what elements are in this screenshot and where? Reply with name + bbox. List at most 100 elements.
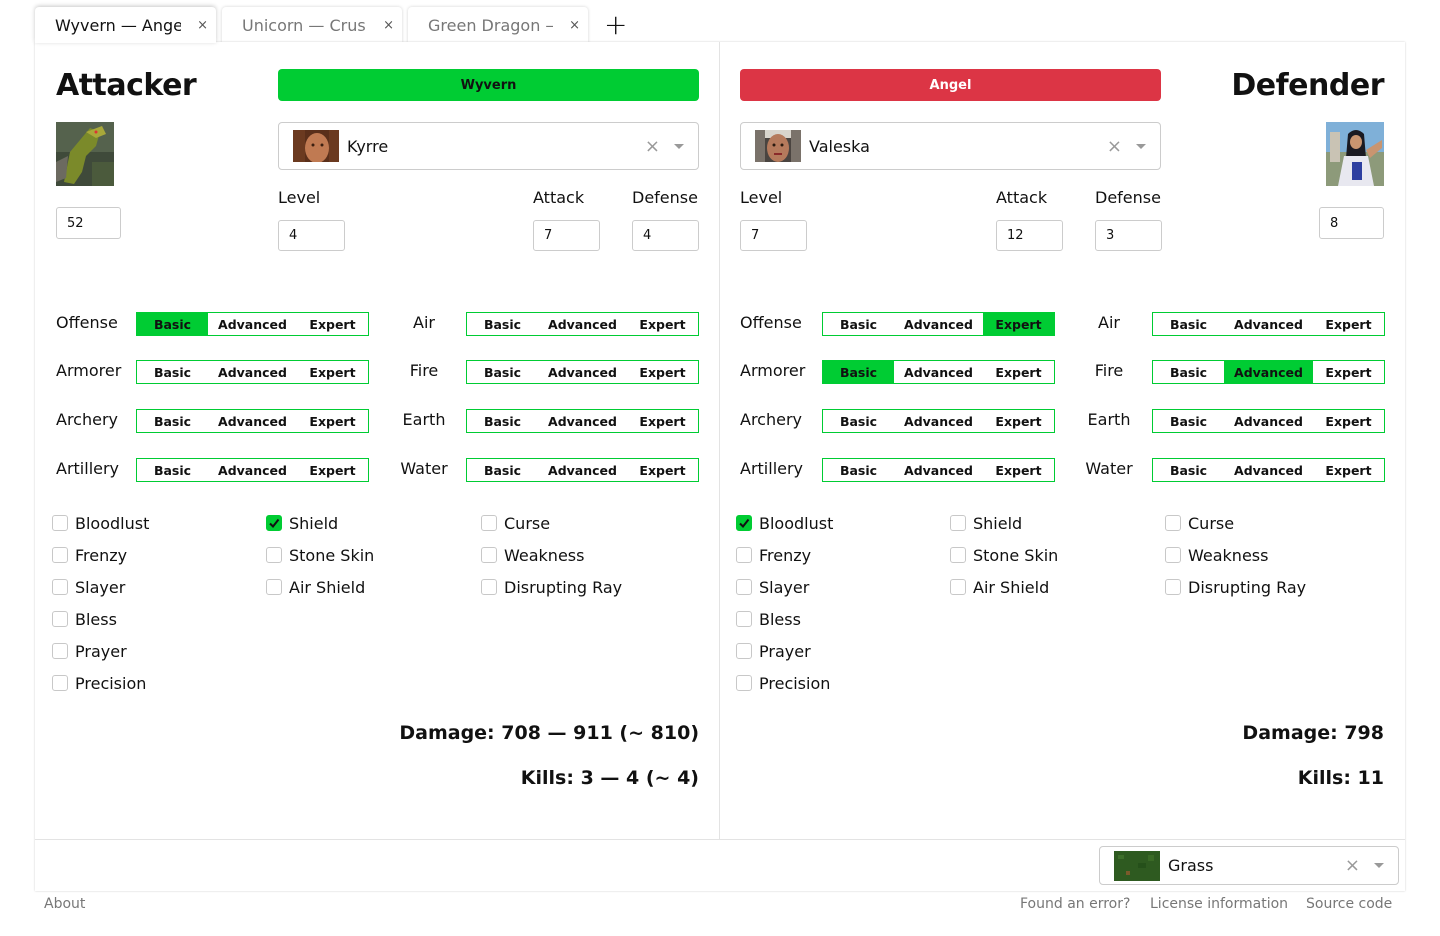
checkbox-icon[interactable] <box>1165 515 1181 531</box>
skill-option-advanced[interactable]: Advanced <box>208 313 297 335</box>
spell-checkbox-stone-skin[interactable]: Stone Skin <box>950 544 1058 566</box>
checkbox-icon[interactable] <box>736 675 752 691</box>
clear-icon[interactable]: × <box>1107 136 1122 157</box>
skill-option-advanced[interactable]: Advanced <box>538 361 627 383</box>
tab-unicorn[interactable]: Unicorn — Crus... × <box>222 7 402 43</box>
close-icon[interactable]: × <box>197 18 208 33</box>
attacker-hero-select[interactable]: Kyrre × <box>278 122 699 170</box>
checkbox-icon[interactable] <box>950 579 966 595</box>
clear-icon[interactable]: × <box>645 136 660 157</box>
spell-checkbox-slayer[interactable]: Slayer <box>736 576 809 598</box>
attacker-unit-button[interactable]: Wyvern <box>278 69 699 101</box>
attacker-level-input[interactable] <box>278 220 345 251</box>
spell-checkbox-disrupting-ray[interactable]: Disrupting Ray <box>481 576 622 598</box>
spell-checkbox-frenzy[interactable]: Frenzy <box>736 544 811 566</box>
spell-checkbox-shield[interactable]: Shield <box>950 512 1022 534</box>
skill-option-advanced[interactable]: Advanced <box>538 410 627 432</box>
skill-option-expert[interactable]: Expert <box>297 313 368 335</box>
skill-option-basic[interactable]: Basic <box>467 459 538 481</box>
spell-checkbox-curse[interactable]: Curse <box>1165 512 1234 534</box>
attacker-unit-count-input[interactable] <box>56 207 121 239</box>
close-icon[interactable]: × <box>383 18 394 33</box>
skill-option-basic[interactable]: Basic <box>137 361 208 383</box>
checkbox-icon[interactable] <box>481 547 497 563</box>
spell-checkbox-prayer[interactable]: Prayer <box>52 640 127 662</box>
skill-option-basic[interactable]: Basic <box>823 313 894 335</box>
checkbox-icon[interactable] <box>736 547 752 563</box>
attacker-attack-input[interactable] <box>533 220 600 251</box>
defender-unit-button[interactable]: Angel <box>740 69 1161 101</box>
skill-option-advanced[interactable]: Advanced <box>894 459 983 481</box>
skill-option-advanced[interactable]: Advanced <box>1224 459 1313 481</box>
skill-option-basic[interactable]: Basic <box>1153 313 1224 335</box>
skill-option-advanced[interactable]: Advanced <box>538 313 627 335</box>
skill-option-expert[interactable]: Expert <box>627 313 698 335</box>
skill-option-basic[interactable]: Basic <box>1153 361 1224 383</box>
spell-checkbox-bloodlust[interactable]: Bloodlust <box>52 512 149 534</box>
skill-option-basic[interactable]: Basic <box>823 361 894 383</box>
skill-option-expert[interactable]: Expert <box>297 361 368 383</box>
skill-option-expert[interactable]: Expert <box>627 459 698 481</box>
skill-option-advanced[interactable]: Advanced <box>208 361 297 383</box>
spell-checkbox-bless[interactable]: Bless <box>52 608 117 630</box>
checkbox-icon[interactable] <box>52 643 68 659</box>
checkbox-icon[interactable] <box>736 643 752 659</box>
checkbox-icon[interactable] <box>266 579 282 595</box>
defender-level-input[interactable] <box>740 220 807 251</box>
skill-option-expert[interactable]: Expert <box>627 410 698 432</box>
skill-option-expert[interactable]: Expert <box>1313 361 1384 383</box>
found-error-link[interactable]: Found an error? <box>1020 896 1130 912</box>
skill-option-basic[interactable]: Basic <box>467 410 538 432</box>
attacker-unit-portrait[interactable] <box>56 122 114 186</box>
defender-defense-input[interactable] <box>1095 220 1162 251</box>
tab-wyvern-angel[interactable]: Wyvern — Angel × <box>35 7 216 43</box>
skill-option-basic[interactable]: Basic <box>467 313 538 335</box>
spell-checkbox-stone-skin[interactable]: Stone Skin <box>266 544 374 566</box>
spell-checkbox-prayer[interactable]: Prayer <box>736 640 811 662</box>
add-tab-button[interactable]: + <box>604 7 627 43</box>
checkbox-icon[interactable] <box>52 611 68 627</box>
spell-checkbox-weakness[interactable]: Weakness <box>481 544 584 566</box>
skill-option-basic[interactable]: Basic <box>137 313 208 335</box>
spell-checkbox-precision[interactable]: Precision <box>736 672 830 694</box>
checkbox-icon[interactable] <box>1165 547 1181 563</box>
chevron-down-icon[interactable] <box>1136 143 1146 149</box>
spell-checkbox-air-shield[interactable]: Air Shield <box>266 576 365 598</box>
skill-option-expert[interactable]: Expert <box>983 459 1054 481</box>
skill-option-basic[interactable]: Basic <box>467 361 538 383</box>
checkbox-checked-icon[interactable] <box>736 515 752 531</box>
checkbox-icon[interactable] <box>736 611 752 627</box>
skill-option-expert[interactable]: Expert <box>1313 313 1384 335</box>
spell-checkbox-air-shield[interactable]: Air Shield <box>950 576 1049 598</box>
skill-option-advanced[interactable]: Advanced <box>894 361 983 383</box>
checkbox-icon[interactable] <box>481 579 497 595</box>
skill-option-expert[interactable]: Expert <box>983 361 1054 383</box>
spell-checkbox-disrupting-ray[interactable]: Disrupting Ray <box>1165 576 1306 598</box>
checkbox-checked-icon[interactable] <box>266 515 282 531</box>
spell-checkbox-shield[interactable]: Shield <box>266 512 338 534</box>
spell-checkbox-slayer[interactable]: Slayer <box>52 576 125 598</box>
checkbox-icon[interactable] <box>52 515 68 531</box>
spell-checkbox-bless[interactable]: Bless <box>736 608 801 630</box>
checkbox-icon[interactable] <box>481 515 497 531</box>
skill-option-advanced[interactable]: Advanced <box>1224 410 1313 432</box>
skill-option-advanced[interactable]: Advanced <box>208 459 297 481</box>
defender-attack-input[interactable] <box>996 220 1063 251</box>
checkbox-icon[interactable] <box>950 547 966 563</box>
about-link[interactable]: About <box>44 896 85 912</box>
defender-hero-select[interactable]: Valeska × <box>740 122 1161 170</box>
skill-option-basic[interactable]: Basic <box>137 410 208 432</box>
chevron-down-icon[interactable] <box>1374 863 1384 868</box>
skill-option-basic[interactable]: Basic <box>137 459 208 481</box>
attacker-defense-input[interactable] <box>632 220 699 251</box>
checkbox-icon[interactable] <box>52 675 68 691</box>
spell-checkbox-frenzy[interactable]: Frenzy <box>52 544 127 566</box>
skill-option-expert[interactable]: Expert <box>627 361 698 383</box>
skill-option-advanced[interactable]: Advanced <box>1224 361 1313 383</box>
checkbox-icon[interactable] <box>52 547 68 563</box>
skill-option-basic[interactable]: Basic <box>1153 410 1224 432</box>
skill-option-expert[interactable]: Expert <box>1313 410 1384 432</box>
checkbox-icon[interactable] <box>736 579 752 595</box>
source-code-link[interactable]: Source code <box>1306 896 1392 912</box>
spell-checkbox-precision[interactable]: Precision <box>52 672 146 694</box>
